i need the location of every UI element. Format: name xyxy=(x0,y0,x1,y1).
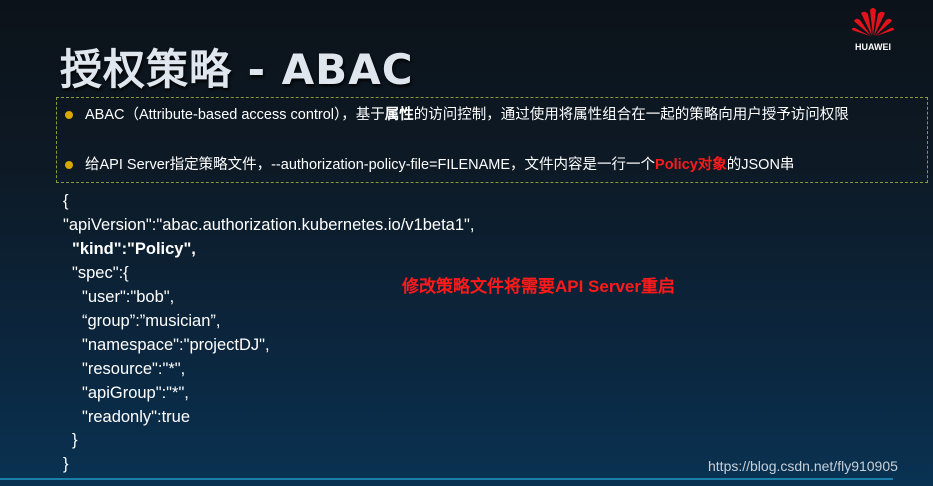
text: 的JSON串 xyxy=(726,157,795,173)
code-line: "user":"bob", xyxy=(82,288,175,306)
code-line-kind: "kind":"Policy", xyxy=(72,240,196,258)
huawei-logo-icon xyxy=(852,8,894,36)
bold-text: 属性 xyxy=(384,107,414,123)
code-line: "apiGroup":"*", xyxy=(82,384,189,402)
huawei-logo: HUAWEI xyxy=(850,4,896,52)
code-line: { xyxy=(63,192,69,210)
bullet-1: ABAC（Attribute-based access control），基于属… xyxy=(85,103,925,127)
text: ABAC（Attribute-based access control），基于 xyxy=(85,107,385,123)
code-line: “group”:”musician”, xyxy=(82,312,221,330)
watermark: https://blog.csdn.net/fly910905 xyxy=(708,458,898,474)
restart-note: 修改策略文件将需要API Server重启 xyxy=(402,277,675,296)
bullet-dot-icon xyxy=(65,161,73,169)
text: 给API Server指定策略文件，--authorization-policy… xyxy=(85,157,656,173)
bullet-box: ABAC（Attribute-based access control），基于属… xyxy=(56,97,928,183)
text: 的访问控制 xyxy=(413,107,487,123)
bullet-dot-icon xyxy=(65,111,73,119)
slide-title: 授权策略 - ABAC xyxy=(60,45,414,94)
code-line: "spec":{ xyxy=(72,264,129,282)
footer-divider xyxy=(0,478,893,480)
text: ，通过使用将属性组合在一起的策略向用户授予访问权限 xyxy=(486,107,849,123)
code-line: } xyxy=(72,431,78,449)
highlight-text: Policy对象 xyxy=(655,157,727,173)
code-line: "readonly":true xyxy=(82,408,191,426)
bullet-2: 给API Server指定策略文件，--authorization-policy… xyxy=(85,153,925,177)
logo-text: HUAWEI xyxy=(855,42,891,52)
code-line: "apiVersion":"abac.authorization.kuberne… xyxy=(63,216,475,234)
code-line: "namespace":"projectDJ", xyxy=(82,336,270,354)
code-line: } xyxy=(63,455,69,473)
code-line: "resource":"*", xyxy=(82,360,186,378)
